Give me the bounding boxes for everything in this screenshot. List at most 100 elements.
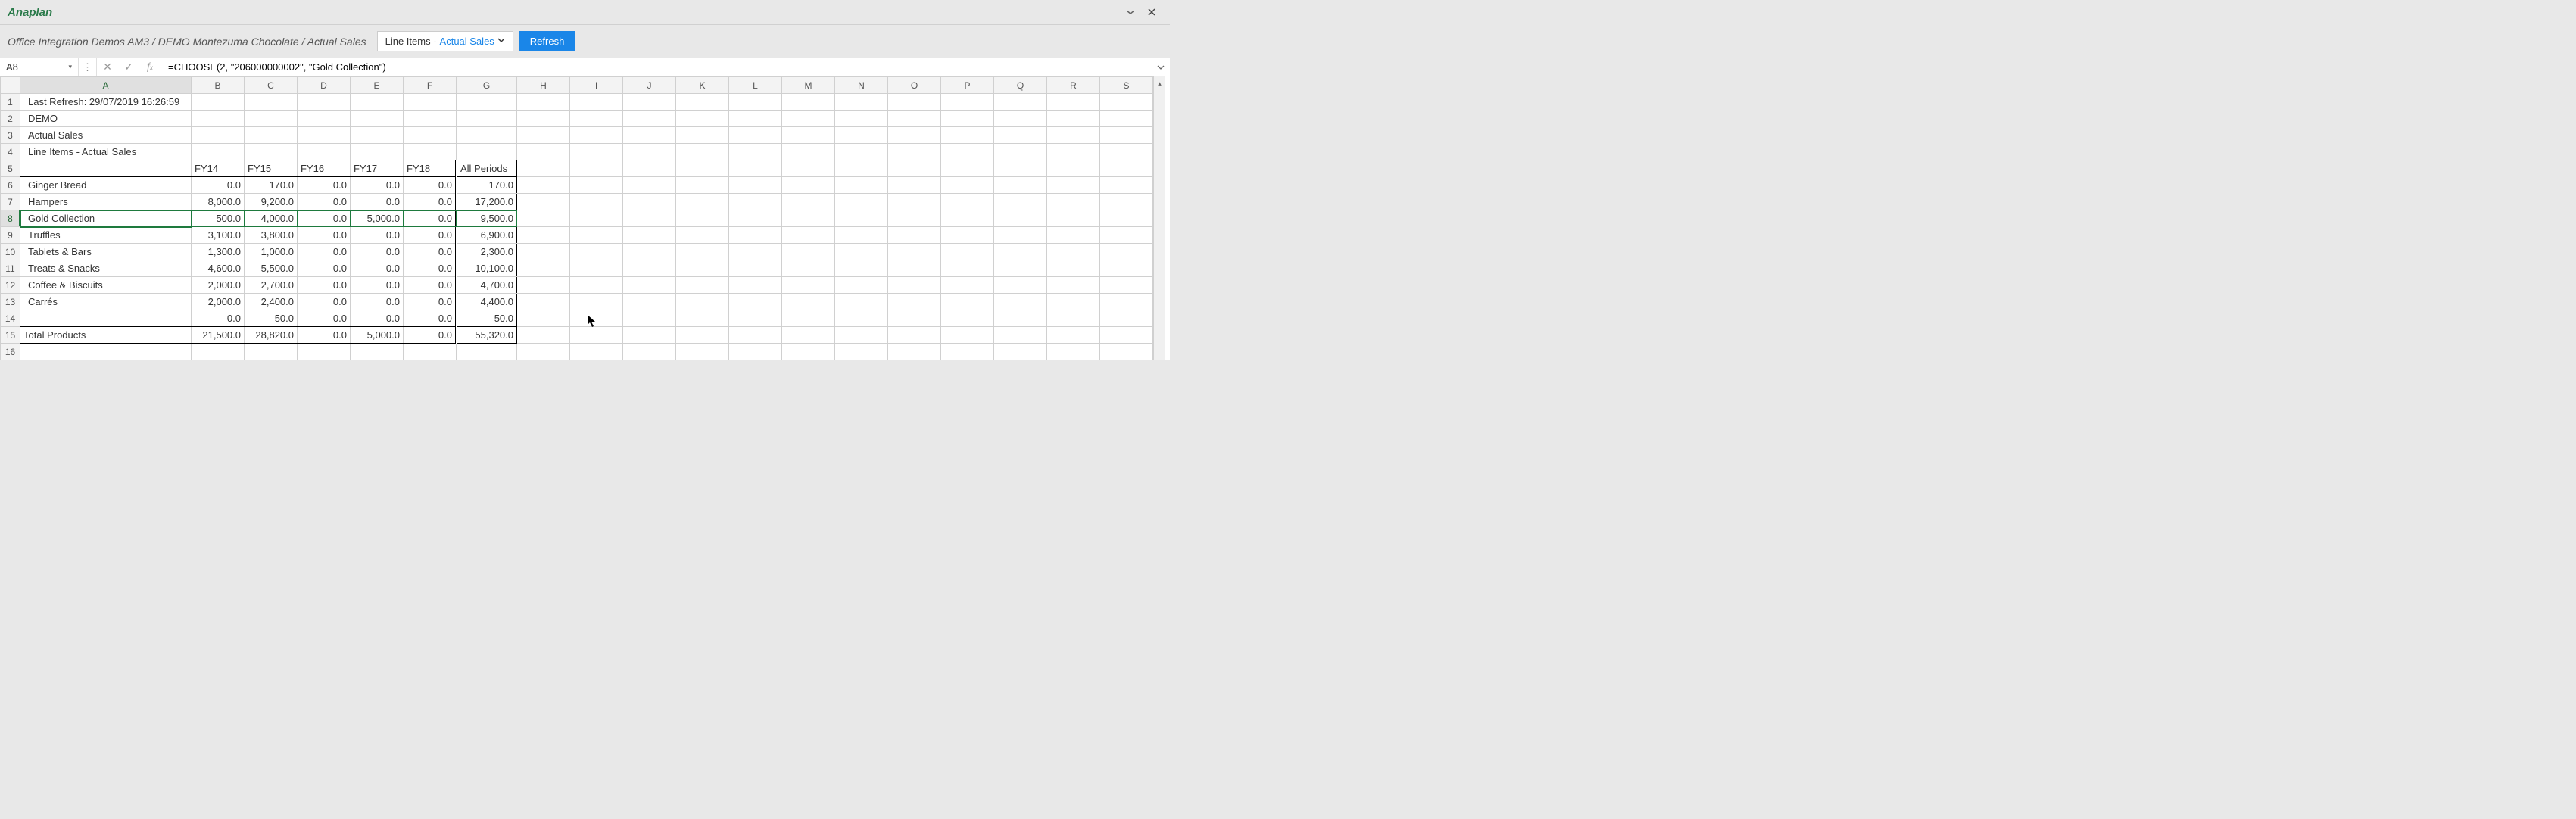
cell[interactable] [676,94,729,111]
cell[interactable] [888,310,941,327]
cell[interactable] [782,160,835,177]
cell[interactable]: 0.0 [351,244,404,260]
cell[interactable] [623,111,676,127]
cell[interactable] [404,127,457,144]
cell[interactable]: 0.0 [404,277,457,294]
cell[interactable] [782,127,835,144]
scroll-up-icon[interactable]: ▴ [1154,76,1165,90]
cell[interactable] [782,294,835,310]
cell[interactable] [994,294,1047,310]
refresh-button[interactable]: Refresh [519,31,575,51]
cell[interactable] [457,94,517,111]
cell[interactable] [994,160,1047,177]
column-header[interactable]: E [351,77,404,94]
cell[interactable]: 170.0 [245,177,298,194]
cell[interactable] [941,111,994,127]
cell[interactable] [729,111,782,127]
cell[interactable] [623,310,676,327]
cell[interactable] [676,260,729,277]
cell[interactable] [676,210,729,227]
cell[interactable] [457,344,517,360]
cell[interactable] [835,144,888,160]
cell[interactable] [835,227,888,244]
cell[interactable] [676,244,729,260]
cell[interactable] [782,210,835,227]
cell[interactable] [1100,344,1153,360]
cell[interactable] [729,144,782,160]
cell[interactable]: 1,300.0 [192,244,245,260]
cell[interactable]: 50.0 [457,310,517,327]
column-header[interactable]: Q [994,77,1047,94]
cell[interactable]: 28,820.0 [245,327,298,344]
cell[interactable]: Last Refresh: 29/07/2019 16:26:59 [20,94,192,111]
cell[interactable]: 2,000.0 [192,277,245,294]
cell[interactable] [994,144,1047,160]
cell[interactable] [1047,160,1100,177]
cell[interactable] [994,210,1047,227]
cell[interactable] [888,177,941,194]
cell[interactable] [570,310,623,327]
cell[interactable] [517,160,570,177]
cell[interactable] [888,127,941,144]
cell[interactable] [457,111,517,127]
cell[interactable] [994,310,1047,327]
cell[interactable] [298,111,351,127]
cell[interactable] [570,111,623,127]
cell[interactable] [517,244,570,260]
cell[interactable] [782,94,835,111]
cell[interactable] [941,144,994,160]
cell[interactable] [1047,144,1100,160]
cell[interactable] [782,194,835,210]
cell[interactable] [729,194,782,210]
cell[interactable] [1100,260,1153,277]
cell[interactable] [782,244,835,260]
cell[interactable] [888,94,941,111]
cell[interactable]: 2,400.0 [245,294,298,310]
row-header[interactable]: 9 [1,227,20,244]
cell[interactable] [570,344,623,360]
cell[interactable] [245,144,298,160]
cell[interactable] [623,177,676,194]
cell[interactable] [941,327,994,344]
cell[interactable] [994,194,1047,210]
column-header[interactable]: F [404,77,457,94]
cell[interactable] [676,160,729,177]
cell[interactable]: 0.0 [298,194,351,210]
cell[interactable] [517,294,570,310]
row-header[interactable]: 5 [1,160,20,177]
cell[interactable] [676,177,729,194]
cell[interactable] [888,210,941,227]
cell[interactable]: 0.0 [404,310,457,327]
column-header[interactable]: R [1047,77,1100,94]
cell[interactable]: 170.0 [457,177,517,194]
cell[interactable] [941,244,994,260]
cell[interactable] [1100,244,1153,260]
cell[interactable]: 2,700.0 [245,277,298,294]
cell[interactable] [994,344,1047,360]
cell[interactable] [623,127,676,144]
cell[interactable]: 0.0 [404,194,457,210]
column-header[interactable]: O [888,77,941,94]
cell[interactable] [192,94,245,111]
cell[interactable]: 2,300.0 [457,244,517,260]
cell[interactable] [888,277,941,294]
cell[interactable] [1047,310,1100,327]
cell[interactable] [994,277,1047,294]
cell[interactable] [245,344,298,360]
cell[interactable]: 0.0 [404,210,457,227]
cell[interactable] [623,327,676,344]
cell[interactable] [623,344,676,360]
cell[interactable] [835,127,888,144]
cell[interactable] [782,260,835,277]
cell[interactable] [457,144,517,160]
cell[interactable] [1047,127,1100,144]
cell[interactable]: 6,900.0 [457,227,517,244]
name-box[interactable]: A8 ▾ [0,58,79,76]
cell[interactable]: 0.0 [351,294,404,310]
cell[interactable] [623,144,676,160]
cell[interactable] [1047,210,1100,227]
cell[interactable]: All Periods [457,160,517,177]
cell[interactable] [1047,194,1100,210]
cell[interactable] [245,111,298,127]
cell[interactable] [782,310,835,327]
